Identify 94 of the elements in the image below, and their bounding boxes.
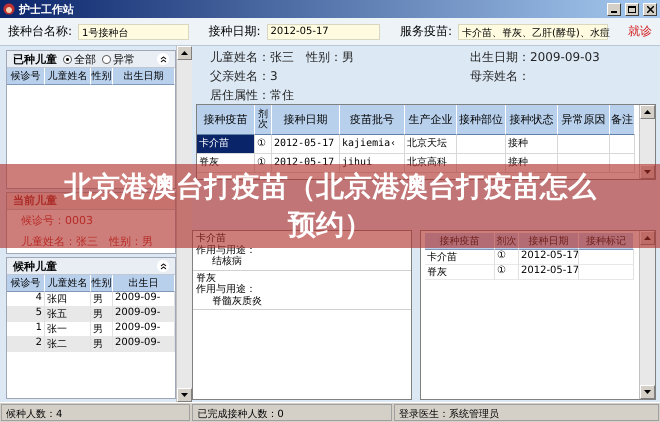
table-cell[interactable]: 张四 — [45, 292, 91, 308]
table-cell[interactable]: 北京高科 — [405, 154, 457, 173]
scroll-up-icon[interactable] — [640, 105, 655, 119]
table-cell[interactable]: 男 — [91, 307, 113, 322]
column-header[interactable]: 出生日 — [113, 275, 175, 292]
info-text: 母亲姓名： — [470, 68, 531, 85]
column-header[interactable]: 性别 — [91, 275, 113, 292]
table-cell — [579, 265, 634, 280]
minimize-icon[interactable] — [607, 2, 621, 16]
input-field[interactable]: 2012-05-17 — [266, 24, 380, 40]
table-cell[interactable]: 4 — [7, 292, 45, 308]
column-header[interactable]: 异常原因 — [558, 105, 610, 135]
info-text: 居住属性：常住 — [210, 87, 295, 104]
table-cell: 脊灰 — [425, 265, 495, 280]
table-cell[interactable]: jihui — [340, 154, 405, 173]
scroll-down-icon[interactable] — [177, 388, 192, 402]
notice-text: 就诊 — [628, 23, 652, 40]
scroll-down-icon[interactable] — [640, 385, 655, 399]
vaccine-note: 脊灰 作用与用途： 脊髓灰质炎 — [193, 270, 411, 310]
table-cell[interactable]: 男 — [91, 292, 113, 308]
scroll-up-icon[interactable] — [177, 46, 192, 60]
table-cell[interactable]: 2009-09- — [113, 307, 175, 322]
table-cell[interactable]: 2009-09- — [113, 322, 175, 338]
table-cell: ① — [495, 250, 519, 265]
field-label: 接种台名称: — [8, 23, 72, 40]
input-field[interactable]: 1号接种台 — [78, 24, 188, 40]
table-cell[interactable]: 接种 — [506, 135, 558, 154]
status-text: 登录医生：系统管理员 — [394, 404, 659, 421]
close-icon[interactable] — [643, 2, 657, 16]
table-cell[interactable]: 2012-05-17 — [272, 135, 340, 154]
info-text: 候诊号：0003 — [20, 212, 94, 229]
table-cell[interactable]: 张五 — [45, 307, 91, 322]
info-text: 父亲姓名：3 — [210, 68, 279, 85]
column-header[interactable]: 疫苗批号 — [340, 105, 405, 135]
table-cell[interactable] — [610, 154, 635, 173]
table-cell[interactable]: 2012-05-17 — [272, 154, 340, 173]
table-cell[interactable]: 男 — [91, 322, 113, 338]
status-text: 候种人数：4 — [1, 404, 190, 421]
column-header[interactable]: 候诊号 — [7, 275, 45, 292]
table-cell[interactable]: 卡介苗 — [197, 135, 255, 154]
scrollbar[interactable] — [639, 105, 655, 179]
window-title: 护士工作站 — [19, 2, 75, 16]
table-cell: 卡介苗 — [425, 250, 495, 265]
table-cell — [579, 250, 634, 265]
column-header[interactable]: 备注 — [610, 105, 635, 135]
column-header[interactable]: 接种状态 — [506, 105, 558, 135]
field-label: 服务疫苗: — [400, 23, 452, 40]
table-cell[interactable]: 张一 — [45, 322, 91, 338]
table-cell[interactable]: ① — [255, 135, 272, 154]
panel-title: 候种儿童 — [13, 258, 57, 274]
info-text: 儿童姓名：张三 性别：男 — [210, 49, 355, 66]
column-header[interactable]: 儿童姓名 — [45, 68, 91, 85]
table-cell[interactable]: 接种 — [506, 154, 558, 173]
table-cell: 2012-05-17 — [519, 265, 579, 280]
field-label: 接种日期: — [208, 23, 261, 40]
column-header[interactable]: 出生日期 — [113, 68, 175, 85]
table-cell[interactable] — [558, 154, 610, 173]
info-text: 出生日期：2009-09-03 — [470, 49, 601, 66]
table-cell: ① — [495, 265, 519, 280]
table-cell[interactable] — [558, 135, 610, 154]
column-header[interactable]: 儿童姓名 — [45, 275, 91, 292]
radio-option[interactable]: 异常 — [102, 52, 135, 66]
table-cell[interactable]: 2 — [7, 337, 45, 352]
column-header[interactable]: 接种部位 — [457, 105, 506, 135]
table-cell[interactable]: 5 — [7, 307, 45, 322]
table-cell[interactable] — [610, 135, 635, 154]
collapse-icon[interactable] — [157, 260, 169, 272]
table-cell[interactable]: ① — [255, 154, 272, 173]
collapse-icon[interactable] — [157, 53, 169, 65]
column-header[interactable]: 生产企业 — [405, 105, 457, 135]
radio-option[interactable]: 全部 — [63, 52, 96, 66]
table-cell[interactable] — [457, 135, 506, 154]
status-text: 已完成接种人数：0 — [192, 404, 392, 421]
column-header[interactable]: 接种日期 — [272, 105, 340, 135]
table-cell[interactable]: 脊灰 — [197, 154, 255, 173]
table-cell[interactable]: 1 — [7, 322, 45, 338]
column-header[interactable]: 接种疫苗 — [197, 105, 255, 135]
info-text: 儿童姓名：张三 性别：男 — [20, 234, 154, 250]
table-cell[interactable]: 2009-09- — [113, 337, 175, 352]
maximize-icon[interactable] — [625, 2, 639, 16]
panel-title: 当前儿童 — [13, 193, 57, 208]
table-cell[interactable]: 2009-09- — [113, 292, 175, 308]
column-header[interactable]: 性别 — [91, 68, 113, 85]
table-cell[interactable]: kajiemia‹ — [340, 135, 405, 154]
table-cell[interactable]: 张二 — [45, 337, 91, 352]
table-cell[interactable]: 北京天坛 — [405, 135, 457, 154]
input-field[interactable]: 卡介苗、脊灰、乙肝(酵母)、水痘 — [458, 24, 608, 40]
column-header[interactable]: 候诊号 — [7, 68, 45, 85]
panel-title: 已种儿童 — [13, 52, 57, 66]
table-cell: 2012-05-17 — [519, 250, 579, 265]
scrollbar[interactable] — [639, 231, 655, 399]
table-cell[interactable] — [457, 154, 506, 173]
table-cell[interactable]: 男 — [91, 337, 113, 352]
column-header[interactable]: 剂次 — [255, 105, 272, 135]
